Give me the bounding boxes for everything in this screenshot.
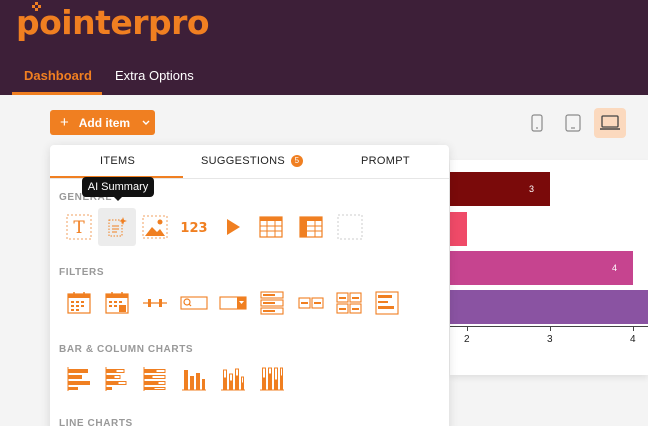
logo-sparkle-icon xyxy=(32,2,42,12)
ai-summary-item[interactable] xyxy=(98,208,136,246)
list-filter-item[interactable] xyxy=(257,288,287,318)
section-bar-column-charts: BAR & COLUMN CHARTS xyxy=(59,344,194,355)
tab-extra-options[interactable]: Extra Options xyxy=(115,68,194,83)
column-chart-100-icon xyxy=(260,367,284,391)
bar-chart-item[interactable] xyxy=(64,364,94,394)
x-axis-tick-label: 3 xyxy=(547,334,553,345)
tab-prompt[interactable]: PROMPT xyxy=(361,155,410,167)
dropdown-filter-item[interactable] xyxy=(218,288,248,318)
mobile-view-button[interactable] xyxy=(521,108,553,138)
stacked-column-chart-item[interactable] xyxy=(218,364,248,394)
section-line-charts: LINE CHARTS xyxy=(59,418,133,426)
mobile-icon xyxy=(531,114,543,132)
stacked-bar-chart-item[interactable] xyxy=(102,364,132,394)
data-table-icon xyxy=(299,216,323,238)
chart-bar: 3 xyxy=(450,172,550,206)
chart-bar xyxy=(450,212,467,246)
top-bar: pointerpro Dashboard Extra Options xyxy=(0,0,648,95)
tab-suggestions[interactable]: SUGGESTIONS 5 xyxy=(201,155,303,167)
text-icon: T xyxy=(66,214,92,240)
search-filter-item[interactable] xyxy=(179,288,209,318)
video-item[interactable] xyxy=(218,212,248,242)
video-icon xyxy=(227,219,240,235)
x-axis-tick-label: 4 xyxy=(630,334,636,345)
empty-placeholder-icon xyxy=(337,214,363,240)
column-chart-item[interactable] xyxy=(179,364,209,394)
pointerpro-logo[interactable]: pointerpro xyxy=(16,3,210,42)
grid-filter-icon xyxy=(336,292,362,314)
search-filter-icon xyxy=(180,296,208,310)
svg-text:T: T xyxy=(73,218,85,238)
suggestions-count-badge: 5 xyxy=(290,155,303,167)
button-group-filter-item[interactable] xyxy=(296,288,326,318)
list-filter-icon xyxy=(260,291,284,315)
date-range-filter-item[interactable] xyxy=(102,288,132,318)
image-icon xyxy=(142,215,168,239)
x-axis-tick xyxy=(467,326,468,331)
range-slider-filter-icon xyxy=(143,299,167,307)
x-axis xyxy=(450,326,648,327)
x-axis-tick xyxy=(550,326,551,331)
laptop-view-button[interactable] xyxy=(594,108,626,138)
bar-chart-100-item[interactable] xyxy=(140,364,170,394)
dropdown-filter-icon xyxy=(219,296,247,310)
x-axis-tick-label: 2 xyxy=(464,334,470,345)
ai-summary-tooltip: AI Summary xyxy=(82,177,154,201)
grid-filter-item[interactable] xyxy=(334,288,364,318)
tablet-view-button[interactable] xyxy=(557,108,589,138)
svg-text:123: 123 xyxy=(180,221,207,236)
form-filter-icon xyxy=(375,291,399,315)
add-item-button[interactable]: + Add item xyxy=(50,110,155,135)
bar-chart-100-icon xyxy=(143,367,166,391)
chevron-down-icon xyxy=(142,118,150,128)
ai-summary-icon xyxy=(108,217,127,237)
date-range-filter-icon xyxy=(105,292,129,314)
plus-icon: + xyxy=(60,114,69,131)
x-axis-tick xyxy=(633,326,634,331)
stacked-column-chart-icon xyxy=(221,368,245,391)
number-item[interactable]: 123 xyxy=(179,212,209,242)
chart-bar xyxy=(450,290,648,324)
empty-item[interactable] xyxy=(335,212,365,242)
date-filter-item[interactable] xyxy=(64,288,94,318)
form-filter-item[interactable] xyxy=(372,288,402,318)
text-item[interactable]: T xyxy=(64,212,94,242)
data-table-item[interactable] xyxy=(296,212,326,242)
tablet-icon xyxy=(565,114,581,132)
suggestions-label: SUGGESTIONS xyxy=(201,155,285,167)
section-filters: FILTERS xyxy=(59,267,105,278)
image-item[interactable] xyxy=(140,212,170,242)
add-item-label: Add item xyxy=(78,115,131,130)
tab-items[interactable]: ITEMS xyxy=(100,155,135,167)
tab-dashboard[interactable]: Dashboard xyxy=(24,68,92,83)
column-chart-100-item[interactable] xyxy=(257,364,287,394)
bar-chart-widget[interactable]: 3 4 2 3 4 xyxy=(450,160,648,375)
button-group-filter-icon xyxy=(298,297,324,309)
range-slider-filter-item[interactable] xyxy=(140,288,170,318)
number-icon: 123 xyxy=(180,221,207,236)
active-tab-underline xyxy=(12,92,102,95)
table-icon xyxy=(259,216,283,238)
laptop-icon xyxy=(600,115,620,130)
bar-chart-icon xyxy=(67,367,90,391)
date-filter-icon xyxy=(67,292,91,314)
stacked-bar-chart-icon xyxy=(105,367,127,391)
chart-bar: 4 xyxy=(450,251,633,285)
column-chart-icon xyxy=(182,370,206,391)
table-item[interactable] xyxy=(256,212,286,242)
